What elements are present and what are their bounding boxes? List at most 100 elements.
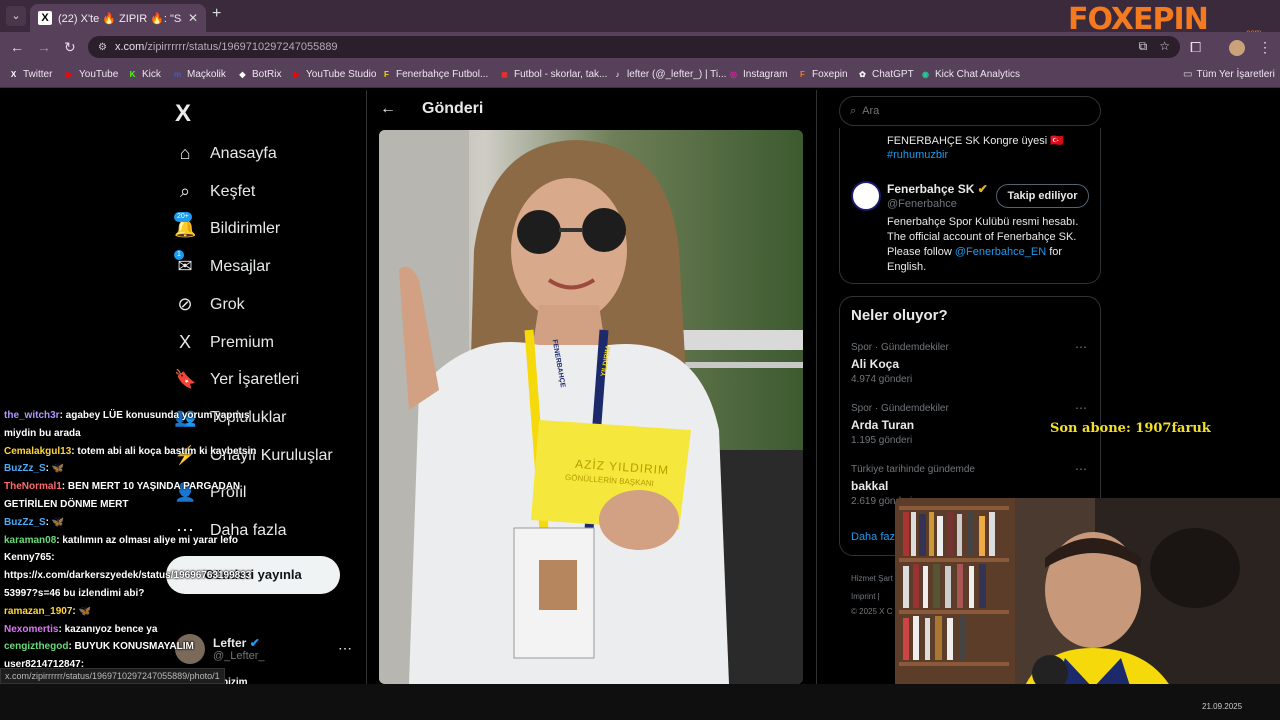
bookmark-star-icon[interactable]: ☆ bbox=[1159, 39, 1170, 54]
chat-message: cengizthegod: BUYUK KONUSMAYALIM bbox=[4, 641, 194, 652]
chat-message: Kenny765: bbox=[4, 552, 55, 563]
chat-text: : BEN MERT 10 YAŞINDA PARGADAN bbox=[61, 481, 241, 493]
chat-message: BuzZz_S: 🦋 bbox=[4, 517, 64, 528]
bookmark-label: BotRix bbox=[252, 69, 282, 80]
bookmark-favicon-icon: m bbox=[173, 70, 182, 79]
extensions-icon[interactable]: ⧠ bbox=[1190, 39, 1201, 56]
bookmark-item[interactable]: X Twitter bbox=[8, 69, 53, 80]
chat-username: cengizthegod bbox=[4, 641, 69, 653]
bookmark-label: Instagram bbox=[743, 69, 788, 80]
new-tab-button[interactable]: + bbox=[212, 5, 221, 23]
bio-text-1: Fenerbahçe Spor Kulübü resmi hesabı. bbox=[887, 216, 1079, 228]
trend-name[interactable]: Arda Turan bbox=[851, 418, 914, 432]
close-icon[interactable]: ✕ bbox=[188, 11, 198, 25]
trend-more-icon[interactable]: ⋯ bbox=[1075, 340, 1087, 354]
bookmark-item[interactable]: F Fenerbahçe Futbol... bbox=[381, 69, 488, 80]
bookmark-item[interactable]: ✿ ChatGPT bbox=[857, 69, 914, 80]
all-bookmarks-folder[interactable]: ▭ Tüm Yer İşaretleri bbox=[1183, 69, 1275, 80]
bookmark-label: Kick Chat Analytics bbox=[935, 69, 1021, 80]
footer-terms[interactable]: Hizmet Şart bbox=[851, 574, 893, 583]
bookmark-item[interactable]: ◼ Futbol - skorlar, tak... bbox=[499, 69, 607, 80]
trend-name[interactable]: Ali Koça bbox=[851, 357, 899, 371]
chat-text: : bbox=[51, 552, 55, 564]
chat-message: https://x.com/darkerszyedek/status/19696… bbox=[4, 570, 251, 581]
account-name[interactable]: Fenerbahçe SK ✔ bbox=[887, 182, 988, 196]
tab-bar: ⌄ X (22) X'te 🔥 ZIPIR 🔥: "Sana sö ✕ + FO… bbox=[0, 0, 1280, 37]
nav-label: Keşfet bbox=[210, 182, 256, 200]
chat-message: TheNormal1: BEN MERT 10 YAŞINDA PARGADAN bbox=[4, 481, 240, 492]
chat-text: miydin bu arada bbox=[4, 427, 81, 439]
search-input[interactable] bbox=[862, 105, 1063, 117]
bookmark-label: ChatGPT bbox=[872, 69, 914, 80]
chat-username: ramazan_1907 bbox=[4, 605, 73, 617]
site-info-icon[interactable]: ⚙ bbox=[98, 42, 107, 53]
forward-icon[interactable]: → bbox=[37, 39, 51, 55]
nav-item[interactable]: ⊘ Grok bbox=[174, 294, 244, 315]
chat-text: : 🦋 bbox=[72, 605, 91, 617]
bookmark-label: Fenerbahçe Futbol... bbox=[396, 69, 489, 80]
search-box[interactable]: ⌕ bbox=[839, 96, 1101, 126]
browser-tab[interactable]: X (22) X'te 🔥 ZIPIR 🔥: "Sana sö ✕ bbox=[30, 4, 206, 32]
nav-item[interactable]: ✉ Mesajlar 1 bbox=[174, 250, 270, 277]
bookmark-item[interactable]: K Kick bbox=[127, 69, 161, 80]
bookmark-favicon-icon: F bbox=[384, 70, 389, 79]
chat-message: miydin bu arada bbox=[4, 428, 81, 439]
nav-item[interactable]: 🔖 Yer İşaretleri bbox=[174, 369, 299, 390]
show-more-link[interactable]: Daha faz bbox=[851, 531, 895, 543]
bookmark-item[interactable]: ▶ YouTube Studio bbox=[291, 69, 376, 80]
chat-text: : kazanıyoz bence ya bbox=[58, 623, 158, 635]
nav-item[interactable]: 🔔 Bildirimler 20+ bbox=[174, 212, 280, 239]
bookmark-item[interactable]: ◎ Instagram bbox=[728, 69, 787, 80]
bookmark-item[interactable]: F Foxepin bbox=[797, 69, 848, 80]
photo-illustration bbox=[379, 130, 803, 684]
x-logo-icon: X bbox=[38, 11, 52, 25]
fenerbahce-avatar[interactable] bbox=[851, 181, 881, 211]
nav-item[interactable]: X Premium bbox=[174, 332, 274, 353]
bookmark-label: Foxepin bbox=[812, 69, 848, 80]
nav-icon: ⊘ bbox=[177, 294, 193, 314]
nav-item[interactable]: ⌂ Anasayfa bbox=[174, 143, 277, 164]
more-icon[interactable]: ⋯ bbox=[338, 640, 352, 657]
chat-message: GETİRİLEN DÖNME MERT bbox=[4, 499, 128, 510]
tab-search-button[interactable]: ⌄ bbox=[6, 6, 26, 26]
bookmark-favicon-icon: ✿ bbox=[859, 70, 866, 79]
bookmark-favicon-icon: ◼ bbox=[501, 70, 508, 79]
reload-icon[interactable]: ↻ bbox=[64, 39, 76, 56]
bookmark-item[interactable]: ▶ YouTube bbox=[64, 69, 118, 80]
post-photo[interactable]: AZİZ YILDIRIM GÖNÜLLERİN BAŞKANI FENERBA… bbox=[379, 130, 803, 684]
profile-avatar-icon[interactable] bbox=[1229, 40, 1245, 56]
chat-message: ramazan_1907: 🦋 bbox=[4, 606, 91, 617]
chat-username: BuzZz_S bbox=[4, 463, 46, 475]
back-icon[interactable]: ← bbox=[10, 39, 24, 55]
trend-more-icon[interactable]: ⋯ bbox=[1075, 401, 1087, 415]
url-text: x.com/zipirrrrrr/status/1969710297247055… bbox=[114, 41, 338, 53]
install-app-icon[interactable]: ⧉ bbox=[1139, 39, 1148, 54]
bookmark-item[interactable]: m Maçkolik bbox=[172, 69, 226, 80]
chat-message: karaman08: katılımın az olması aliye mi … bbox=[4, 535, 238, 546]
chat-message: Cemalakgul13: totem abi ali koça bastım … bbox=[4, 446, 256, 457]
bookmark-favicon-icon: ♪ bbox=[615, 70, 620, 79]
menu-icon[interactable]: ⋮ bbox=[1258, 39, 1272, 56]
x-logo-icon[interactable]: X bbox=[175, 100, 191, 128]
trend-context: Spor · Gündemdekiler bbox=[851, 403, 949, 414]
bookmark-item[interactable]: ◆ BotRix bbox=[237, 69, 281, 80]
bookmark-favicon-icon: ▶ bbox=[66, 70, 73, 79]
bookmark-label: lefter (@_lefter_) | Ti... bbox=[627, 69, 727, 80]
following-button[interactable]: Takip ediliyor bbox=[996, 184, 1089, 208]
trend-count: 4.974 gönderi bbox=[851, 374, 913, 385]
trend-name[interactable]: bakkal bbox=[851, 479, 888, 493]
nav-icon: X bbox=[178, 332, 191, 352]
chat-text: : totem abi ali koça bastım ki kaybetsin bbox=[71, 445, 257, 457]
taskbar-clock: 21.09.2025 bbox=[1202, 702, 1243, 711]
nav-item[interactable]: ⌕ Keşfet bbox=[174, 181, 255, 202]
mention-link[interactable]: @Fenerbahce_EN bbox=[955, 246, 1046, 258]
bookmark-item[interactable]: ◉ Kick Chat Analytics bbox=[920, 69, 1020, 80]
footer-imprint[interactable]: Imprint | bbox=[851, 592, 880, 601]
chat-username: karaman08 bbox=[4, 534, 57, 546]
back-arrow-icon[interactable]: ← bbox=[380, 100, 396, 118]
bookmark-item[interactable]: ♪ lefter (@_lefter_) | Ti... bbox=[612, 69, 727, 80]
trend-more-icon[interactable]: ⋯ bbox=[1075, 462, 1087, 476]
chat-message: Nexomertis: kazanıyoz bence ya bbox=[4, 624, 157, 635]
hashtag-link[interactable]: #ruhumuzbir bbox=[887, 149, 948, 161]
address-bar[interactable]: ⚙ x.com/zipirrrrrr/status/19697102972470… bbox=[88, 36, 1180, 58]
